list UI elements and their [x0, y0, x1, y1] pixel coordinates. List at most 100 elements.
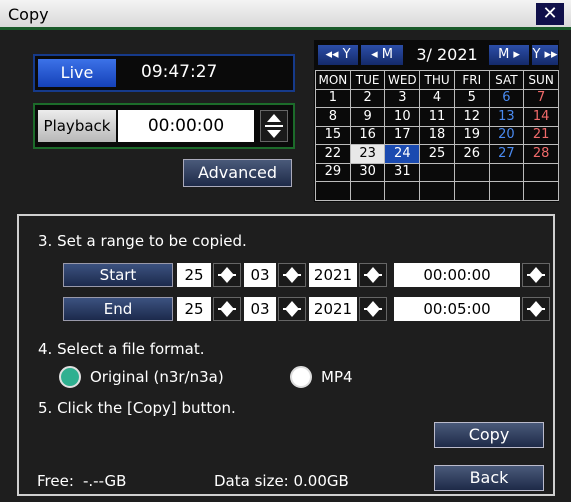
- calendar-day[interactable]: 18: [419, 125, 455, 145]
- next-year-button[interactable]: Y ▸▸: [532, 45, 558, 65]
- end-month-spinner[interactable]: [278, 297, 306, 321]
- end-time-spinner[interactable]: [522, 297, 550, 321]
- calendar-day[interactable]: 17: [384, 125, 421, 145]
- weekday-header: SUN: [523, 70, 559, 90]
- calendar-day[interactable]: 1: [315, 88, 351, 108]
- calendar-empty-cell: [523, 162, 559, 182]
- spinner-divider: [265, 125, 283, 127]
- radio-original-label: Original (n3r/n3a): [90, 368, 224, 386]
- format-heading: 4. Select a file format.: [38, 340, 205, 358]
- spinner-down-icon[interactable]: [285, 309, 299, 317]
- start-day-field[interactable]: 25: [177, 263, 211, 287]
- calendar-day[interactable]: 22: [315, 144, 351, 164]
- calendar-empty-cell: [315, 181, 351, 201]
- weekday-header: TUE: [349, 70, 386, 90]
- calendar-empty-cell: [419, 162, 455, 182]
- start-time-field[interactable]: 00:00:00: [394, 263, 520, 287]
- spinner-down-icon[interactable]: [529, 275, 543, 283]
- spinner-down-icon[interactable]: [267, 130, 281, 138]
- live-panel: Live 09:47:27: [33, 54, 295, 92]
- start-button[interactable]: Start: [63, 263, 173, 287]
- calendar-empty-cell: [419, 181, 455, 201]
- calendar-day[interactable]: 20: [488, 125, 525, 145]
- calendar-day[interactable]: 14: [523, 107, 559, 127]
- calendar-day[interactable]: 6: [488, 88, 525, 108]
- start-month-field[interactable]: 03: [244, 263, 276, 287]
- calendar-day[interactable]: 31: [384, 162, 421, 182]
- spinner-down-icon[interactable]: [220, 275, 234, 283]
- calendar-empty-cell: [488, 181, 525, 201]
- free-space-label: Free:: [37, 472, 74, 490]
- calendar-day[interactable]: 9: [349, 107, 386, 127]
- calendar-day[interactable]: 28: [523, 144, 559, 164]
- back-button[interactable]: Back: [434, 465, 544, 491]
- spinner-down-icon[interactable]: [285, 275, 299, 283]
- spinner-down-icon[interactable]: [366, 309, 380, 317]
- start-year-field[interactable]: 2021: [309, 263, 357, 287]
- start-month-spinner[interactable]: [278, 263, 306, 287]
- radio-mp4-label: MP4: [321, 368, 353, 386]
- end-year-field[interactable]: 2021: [309, 297, 357, 321]
- spinner-down-icon[interactable]: [366, 275, 380, 283]
- end-time-field[interactable]: 00:05:00: [394, 297, 520, 321]
- calendar-day[interactable]: 15: [315, 125, 351, 145]
- calendar-day[interactable]: 11: [419, 107, 455, 127]
- calendar-empty-cell: [384, 181, 421, 201]
- weekday-header: WED: [384, 70, 421, 90]
- window-title: Copy: [8, 5, 49, 24]
- next-month-button[interactable]: M ▸: [489, 45, 529, 65]
- calendar-day[interactable]: 16: [349, 125, 386, 145]
- spinner-down-icon[interactable]: [220, 309, 234, 317]
- live-time: 09:47:27: [141, 62, 218, 82]
- end-button[interactable]: End: [63, 297, 173, 321]
- calendar-day[interactable]: 30: [349, 162, 386, 182]
- calendar-day[interactable]: 7: [523, 88, 559, 108]
- calendar-day[interactable]: 2: [349, 88, 386, 108]
- end-day-spinner[interactable]: [213, 297, 241, 321]
- calendar-day[interactable]: 19: [453, 125, 490, 145]
- advanced-button[interactable]: Advanced: [183, 159, 292, 187]
- radio-original[interactable]: [59, 366, 81, 388]
- live-button[interactable]: Live: [38, 59, 116, 87]
- spinner-up-icon[interactable]: [267, 114, 281, 122]
- range-heading: 3. Set a range to be copied.: [38, 232, 247, 250]
- prev-month-button[interactable]: ◂ M: [361, 45, 403, 65]
- playback-label: Playback: [38, 110, 116, 142]
- close-icon[interactable]: ✕: [536, 3, 564, 25]
- calendar: ◂◂ Y ◂ M 3/ 2021 M ▸ Y ▸▸ MON TUE WED THU FR…: [314, 40, 559, 202]
- calendar-empty-cell: [488, 162, 525, 182]
- calendar-empty-cell: [453, 181, 490, 201]
- start-time-spinner[interactable]: [522, 263, 550, 287]
- copy-button[interactable]: Copy: [434, 422, 544, 448]
- weekday-header: MON: [315, 70, 351, 90]
- calendar-day[interactable]: 13: [488, 107, 525, 127]
- calendar-day[interactable]: 12: [453, 107, 490, 127]
- calendar-day[interactable]: 23: [349, 144, 386, 164]
- calendar-day[interactable]: 10: [384, 107, 421, 127]
- calendar-day[interactable]: 3: [384, 88, 421, 108]
- calendar-day[interactable]: 27: [488, 144, 525, 164]
- prev-year-button[interactable]: ◂◂ Y: [318, 45, 358, 65]
- end-month-field[interactable]: 03: [244, 297, 276, 321]
- playback-time-spinner[interactable]: [260, 110, 288, 142]
- calendar-day[interactable]: 8: [315, 107, 351, 127]
- calendar-day[interactable]: 29: [315, 162, 351, 182]
- copy-instruction: 5. Click the [Copy] button.: [38, 399, 236, 417]
- start-day-spinner[interactable]: [213, 263, 241, 287]
- weekday-header: THU: [419, 70, 455, 90]
- weekday-header: FRI: [453, 70, 490, 90]
- calendar-day[interactable]: 4: [419, 88, 455, 108]
- calendar-day[interactable]: 24: [384, 144, 421, 164]
- calendar-day[interactable]: 26: [453, 144, 490, 164]
- end-day-field[interactable]: 25: [177, 297, 211, 321]
- calendar-grid: MON TUE WED THU FRI SAT SUN 1 2 3 4 5 6 7 8 9 10 11 12 13 14…: [315, 70, 559, 201]
- calendar-day[interactable]: 5: [453, 88, 490, 108]
- end-year-spinner[interactable]: [359, 297, 387, 321]
- spinner-down-icon[interactable]: [529, 309, 543, 317]
- playback-time-field[interactable]: 00:00:00: [118, 110, 254, 142]
- start-year-spinner[interactable]: [359, 263, 387, 287]
- calendar-day[interactable]: 21: [523, 125, 559, 145]
- calendar-empty-cell: [453, 162, 490, 182]
- calendar-day[interactable]: 25: [419, 144, 455, 164]
- radio-mp4[interactable]: [290, 366, 312, 388]
